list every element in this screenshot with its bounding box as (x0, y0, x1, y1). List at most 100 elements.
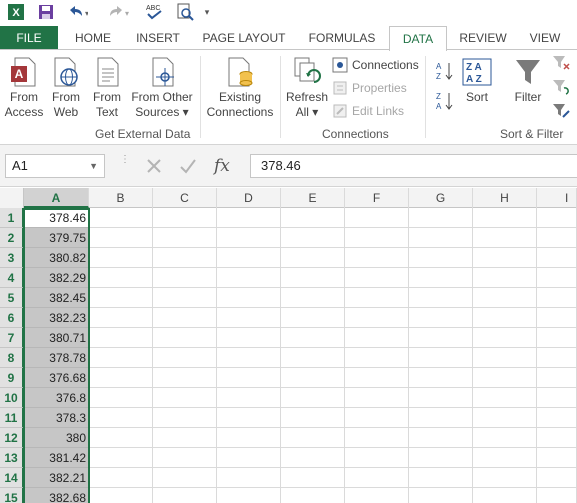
clear-filter-button[interactable] (552, 54, 570, 72)
grid-cell[interactable] (537, 248, 577, 268)
grid-cell[interactable] (345, 448, 409, 468)
spelling-icon[interactable]: ABC (144, 2, 166, 22)
properties-button[interactable]: Properties (332, 79, 407, 97)
reapply-filter-button[interactable] (552, 78, 570, 96)
grid-cell[interactable] (473, 368, 537, 388)
grid-cell[interactable] (537, 428, 577, 448)
grid-cell[interactable] (409, 348, 473, 368)
grid-cell[interactable] (345, 308, 409, 328)
grid-cell[interactable] (537, 268, 577, 288)
row-header[interactable]: 13 (0, 448, 24, 468)
column-header-g[interactable]: G (409, 188, 473, 208)
tab-data[interactable]: DATA (389, 26, 447, 51)
grid-cell[interactable] (89, 228, 153, 248)
selected-cell[interactable]: 378.3 (24, 408, 89, 428)
tab-review[interactable]: REVIEW (452, 26, 514, 50)
grid-cell[interactable] (345, 388, 409, 408)
row-header[interactable]: 6 (0, 308, 24, 328)
row-header[interactable]: 9 (0, 368, 24, 388)
grid-cell[interactable] (153, 208, 217, 228)
grid-cell[interactable] (473, 468, 537, 488)
grid-cell[interactable] (89, 488, 153, 503)
grid-cell[interactable] (473, 448, 537, 468)
sort-descending-button[interactable]: ZA (436, 92, 454, 111)
selected-cell[interactable]: 380.82 (24, 248, 89, 268)
tab-file[interactable]: FILE (0, 26, 58, 50)
grid-cell[interactable] (537, 288, 577, 308)
grid-cell[interactable] (345, 428, 409, 448)
excel-logo-icon[interactable]: X (6, 2, 26, 22)
column-header-c[interactable]: C (153, 188, 217, 208)
grid-cell[interactable] (89, 348, 153, 368)
grid-cell[interactable] (153, 468, 217, 488)
grid-cell[interactable] (153, 248, 217, 268)
grid-cell[interactable] (537, 448, 577, 468)
grid-cell[interactable] (153, 488, 217, 503)
grid-cell[interactable] (153, 288, 217, 308)
grid-cell[interactable] (217, 488, 281, 503)
from-web-button[interactable]: From Web (48, 56, 84, 120)
row-header[interactable]: 14 (0, 468, 24, 488)
row-header[interactable]: 8 (0, 348, 24, 368)
grid-cell[interactable] (281, 428, 345, 448)
grid-cell[interactable] (473, 408, 537, 428)
grid-cell[interactable] (409, 388, 473, 408)
select-all-corner[interactable] (0, 188, 24, 208)
grid-cell[interactable] (473, 268, 537, 288)
grid-cell[interactable] (537, 468, 577, 488)
print-preview-icon[interactable] (174, 2, 196, 22)
grid-cell[interactable] (281, 288, 345, 308)
grid-cell[interactable] (345, 408, 409, 428)
grid-cell[interactable] (345, 488, 409, 503)
connections-button[interactable]: Connections (332, 56, 419, 74)
grid-cell[interactable] (153, 408, 217, 428)
grid-cell[interactable] (537, 368, 577, 388)
tab-page-layout[interactable]: PAGE LAYOUT (196, 26, 292, 50)
edit-links-button[interactable]: Edit Links (332, 102, 404, 120)
grid-cell[interactable] (281, 328, 345, 348)
from-access-button[interactable]: A From Access (4, 56, 44, 120)
advanced-filter-button[interactable] (552, 102, 570, 120)
grid-cell[interactable] (89, 288, 153, 308)
grid-cell[interactable] (473, 428, 537, 448)
grid-cell[interactable] (537, 488, 577, 503)
grid-cell[interactable] (537, 228, 577, 248)
grid-cell[interactable] (217, 348, 281, 368)
row-header[interactable]: 3 (0, 248, 24, 268)
formula-bar-grip-icon[interactable]: ⋮ (120, 155, 130, 175)
selected-cell[interactable]: 382.21 (24, 468, 89, 488)
grid-cell[interactable] (153, 308, 217, 328)
grid-cell[interactable] (281, 348, 345, 368)
enter-check-icon[interactable] (178, 156, 198, 176)
grid-cell[interactable] (409, 288, 473, 308)
column-header-b[interactable]: B (89, 188, 153, 208)
grid-cell[interactable] (89, 268, 153, 288)
grid-cell[interactable] (281, 488, 345, 503)
tab-insert[interactable]: INSERT (128, 26, 188, 50)
grid-cell[interactable] (281, 228, 345, 248)
grid-cell[interactable] (473, 328, 537, 348)
grid-cell[interactable] (281, 448, 345, 468)
selected-cell[interactable]: 382.68 (24, 488, 89, 503)
grid-cell[interactable] (89, 468, 153, 488)
grid-cell[interactable] (281, 208, 345, 228)
row-header[interactable]: 5 (0, 288, 24, 308)
column-header-h[interactable]: H (473, 188, 537, 208)
column-header-d[interactable]: D (217, 188, 281, 208)
grid-cell[interactable] (217, 228, 281, 248)
grid-cell[interactable] (409, 468, 473, 488)
grid-cell[interactable] (537, 208, 577, 228)
grid-cell[interactable] (153, 388, 217, 408)
grid-cell[interactable] (153, 428, 217, 448)
from-other-sources-button[interactable]: From Other Sources ▾ (128, 56, 196, 120)
grid-cell[interactable] (409, 248, 473, 268)
column-header-e[interactable]: E (281, 188, 345, 208)
existing-connections-button[interactable]: Existing Connections (204, 56, 276, 120)
save-icon[interactable] (36, 2, 56, 22)
grid-cell[interactable] (281, 248, 345, 268)
row-header[interactable]: 12 (0, 428, 24, 448)
grid-cell[interactable] (537, 328, 577, 348)
undo-icon[interactable]: ▾ (64, 2, 90, 22)
grid-cell[interactable] (409, 428, 473, 448)
grid-cell[interactable] (281, 408, 345, 428)
